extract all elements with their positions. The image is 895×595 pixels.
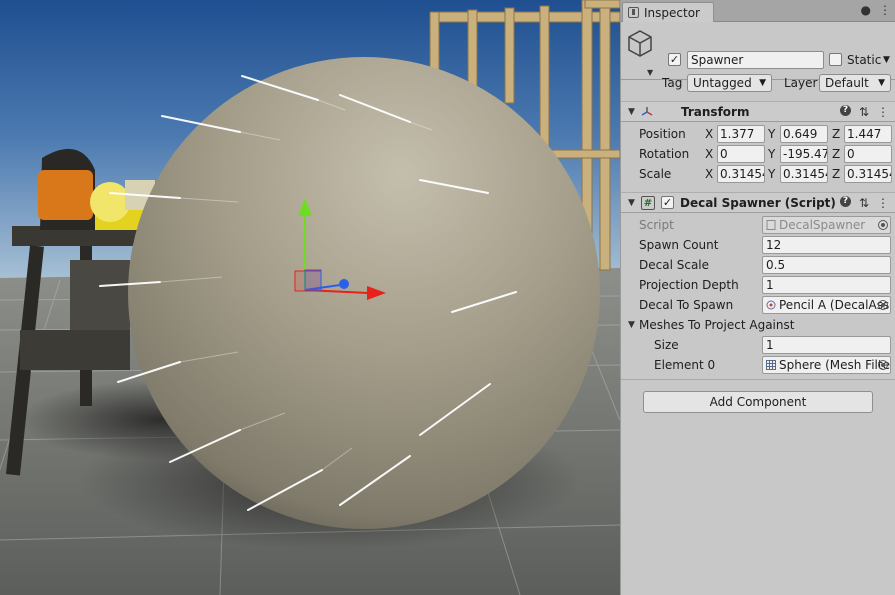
foldout-arrow-icon[interactable]: ▼ <box>628 320 635 330</box>
rotation-label: Rotation <box>639 147 690 161</box>
static-label: Static <box>847 53 882 67</box>
decal-to-spawn-row: Decal To Spawn Pencil A (DecalAsset) <box>621 295 895 315</box>
transform-header[interactable]: ▼ Transform ? ⇅ ⋮ <box>621 101 895 122</box>
position-y-field[interactable]: 0.649 <box>780 125 828 143</box>
icon-dropdown-arrow-icon[interactable]: ▼ <box>647 68 653 77</box>
tag-dropdown[interactable]: Untagged ▼ <box>687 74 772 92</box>
position-label: Position <box>639 127 686 141</box>
preset-icon[interactable]: ⇅ <box>859 196 869 210</box>
element0-value: Sphere (Mesh Filter) <box>779 358 891 372</box>
tag-value: Untagged <box>693 76 752 90</box>
mesh-filter-icon <box>766 360 776 370</box>
static-dropdown-arrow-icon[interactable]: ▼ <box>883 55 890 65</box>
axis-x-label: X <box>705 127 714 141</box>
rotation-z-field[interactable]: 0 <box>844 145 892 163</box>
info-icon <box>628 7 639 18</box>
chevron-down-icon: ▼ <box>759 78 766 88</box>
object-name-field[interactable]: Spawner <box>687 51 824 69</box>
spawn-count-field[interactable]: 12 <box>762 236 891 254</box>
script-row: Script DecalSpawner <box>621 215 895 235</box>
projection-depth-label: Projection Depth <box>639 278 739 292</box>
decal-scale-label: Decal Scale <box>639 258 710 272</box>
scale-label: Scale <box>639 167 672 181</box>
help-icon[interactable]: ? <box>839 104 851 116</box>
add-component-area: Add Component <box>621 379 895 429</box>
scale-z-field[interactable]: 0.31454 <box>844 165 892 183</box>
inspector-tabbar: Inspector ● ⋮ <box>621 0 895 22</box>
element0-field[interactable]: Sphere (Mesh Filter) <box>762 356 891 374</box>
scale-x-field[interactable]: 0.31454 <box>717 165 765 183</box>
element0-label: Element 0 <box>654 358 716 372</box>
script-field: DecalSpawner <box>762 216 891 234</box>
position-x-field[interactable]: 1.377 <box>717 125 765 143</box>
axis-y-label: Y <box>768 167 776 181</box>
spawn-count-label: Spawn Count <box>639 238 719 252</box>
axis-z-label: Z <box>832 147 841 161</box>
rotation-row: Rotation X 0 Y -195.47 Z 0 <box>621 144 895 164</box>
object-picker-icon[interactable] <box>878 300 888 310</box>
position-z-field[interactable]: 1.447 <box>844 125 892 143</box>
decal-scale-row: Decal Scale 0.5 <box>621 255 895 275</box>
preset-icon[interactable]: ⇅ <box>859 105 869 119</box>
meshes-row[interactable]: ▼ Meshes To Project Against <box>621 315 895 335</box>
axis-x-label: X <box>705 147 714 161</box>
size-field[interactable]: 1 <box>762 336 891 354</box>
decal-spawner-title: Decal Spawner (Script) <box>680 195 836 210</box>
rotation-x-field[interactable]: 0 <box>717 145 765 163</box>
script-label: Script <box>639 218 674 232</box>
tag-label: Tag <box>662 76 683 90</box>
axis-x-label: X <box>705 167 714 181</box>
chevron-down-icon: ▼ <box>878 78 885 88</box>
foldout-arrow-icon[interactable]: ▼ <box>628 107 635 117</box>
projection-depth-field[interactable]: 1 <box>762 276 891 294</box>
layer-dropdown[interactable]: Default ▼ <box>819 74 891 92</box>
decal-asset-icon <box>766 300 776 310</box>
script-value: DecalSpawner <box>779 218 866 232</box>
object-picker-icon[interactable] <box>878 360 888 370</box>
spawn-count-row: Spawn Count 12 <box>621 235 895 255</box>
decal-to-spawn-value: Pencil A (DecalAsset) <box>779 298 890 312</box>
projection-depth-row: Projection Depth 1 <box>621 275 895 295</box>
decal-to-spawn-field[interactable]: Pencil A (DecalAsset) <box>762 296 891 314</box>
transform-title: Transform <box>681 104 750 119</box>
meshes-label: Meshes To Project Against <box>639 318 795 332</box>
gameobject-header: ▼ ✓ Spawner Static ▼ Tag Untagged ▼ Laye… <box>621 22 895 92</box>
scene-view[interactable] <box>0 0 620 595</box>
rotation-y-field[interactable]: -195.47 <box>780 145 828 163</box>
size-label: Size <box>654 338 679 352</box>
decal-scale-field[interactable]: 0.5 <box>762 256 891 274</box>
lock-icon[interactable]: ● <box>861 3 871 17</box>
layer-value: Default <box>825 76 869 90</box>
tab-inspector[interactable]: Inspector <box>622 2 714 22</box>
decal-to-spawn-label: Decal To Spawn <box>639 298 734 312</box>
transform-icon <box>641 107 653 116</box>
axis-z-label: Z <box>832 127 841 141</box>
script-icon: # <box>641 196 655 210</box>
tab-inspector-label: Inspector <box>644 5 700 20</box>
size-row: Size 1 <box>621 335 895 355</box>
scale-y-field[interactable]: 0.31454 <box>780 165 828 183</box>
script-file-icon <box>766 220 776 230</box>
layer-label: Layer <box>784 76 818 90</box>
component-menu-icon[interactable]: ⋮ <box>877 196 889 210</box>
axis-y-label: Y <box>768 147 776 161</box>
decal-spawner-header[interactable]: ▼ # ✓ Decal Spawner (Script) ? ⇅ ⋮ <box>621 192 895 213</box>
scene-render <box>0 0 620 595</box>
scale-row: Scale X 0.31454 Y 0.31454 Z 0.31454 <box>621 164 895 184</box>
component-menu-icon[interactable]: ⋮ <box>877 105 889 119</box>
static-checkbox[interactable] <box>829 53 842 66</box>
gameobject-cube-icon <box>628 30 652 57</box>
inspector-panel: Inspector ● ⋮ ▼ ✓ Spawner Static ▼ Tag U… <box>620 0 895 595</box>
axis-z-label: Z <box>832 167 841 181</box>
element0-row: Element 0 Sphere (Mesh Filter) <box>621 355 895 375</box>
component-enabled-checkbox[interactable]: ✓ <box>661 196 674 209</box>
foldout-arrow-icon[interactable]: ▼ <box>628 198 635 208</box>
object-picker-icon <box>878 220 888 230</box>
position-row: Position X 1.377 Y 0.649 Z 1.447 <box>621 124 895 144</box>
menu-icon[interactable]: ⋮ <box>879 3 891 17</box>
add-component-button[interactable]: Add Component <box>643 391 873 413</box>
active-checkbox[interactable]: ✓ <box>668 53 681 66</box>
axis-y-label: Y <box>768 127 776 141</box>
help-icon[interactable]: ? <box>839 195 851 207</box>
